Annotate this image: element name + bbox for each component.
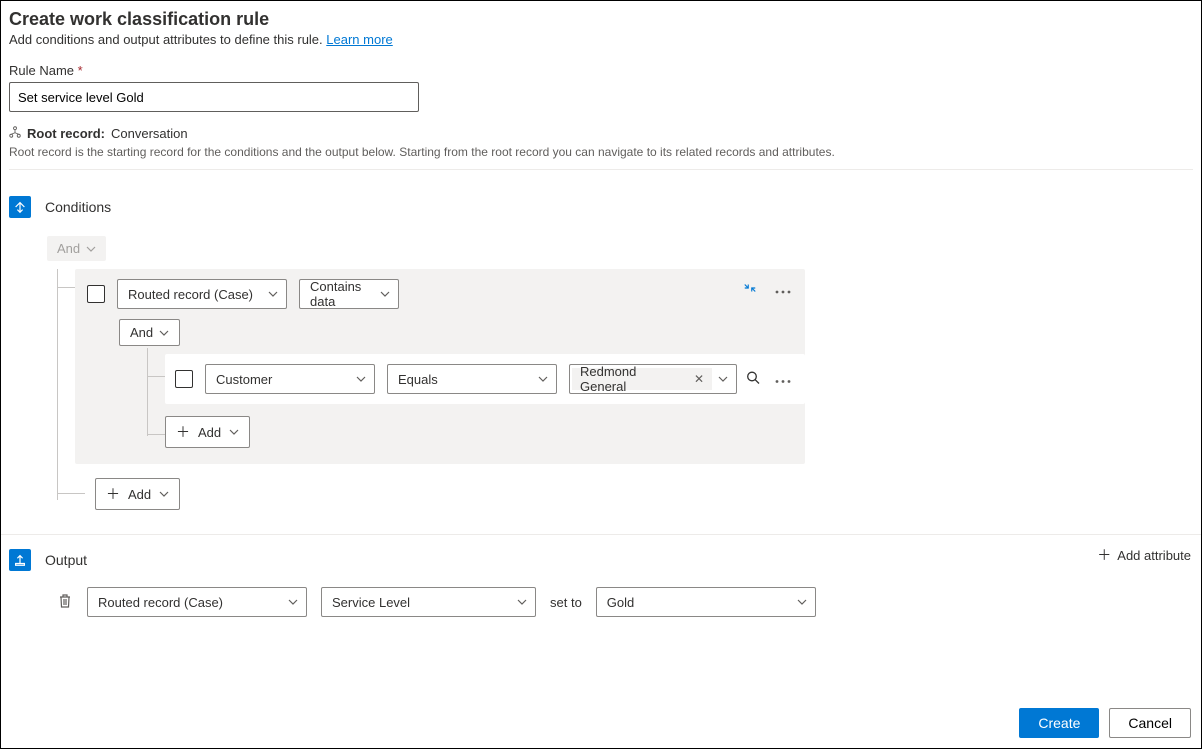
required-asterisk: * — [78, 63, 83, 78]
output-value-select[interactable]: Gold — [596, 587, 816, 617]
learn-more-link[interactable]: Learn more — [326, 32, 392, 47]
nested-row-checkbox[interactable] — [175, 370, 193, 388]
plus-icon: ＋ — [106, 484, 120, 504]
output-title: Output — [45, 552, 87, 568]
output-badge-icon — [9, 549, 31, 571]
chevron-down-icon — [517, 597, 527, 607]
condition-field-value: Routed record (Case) — [128, 287, 253, 302]
create-button[interactable]: Create — [1019, 708, 1099, 738]
divider — [9, 169, 1193, 170]
subtitle-text: Add conditions and output attributes to … — [9, 32, 323, 47]
add-nested-label: Add — [198, 425, 221, 440]
chevron-down-icon — [356, 374, 366, 384]
tree-branch — [147, 376, 165, 377]
nested-field-value: Customer — [216, 372, 272, 387]
output-value-text: Gold — [607, 595, 634, 610]
group-operator-label: And — [57, 241, 80, 256]
nested-group-operator[interactable]: And — [119, 319, 180, 346]
root-record-value: Conversation — [111, 126, 188, 141]
condition-operator-select[interactable]: Contains data — [299, 279, 399, 309]
search-icon[interactable] — [745, 370, 761, 389]
chevron-down-icon — [268, 289, 278, 299]
chevron-down-icon — [718, 374, 728, 384]
group-operator[interactable]: And — [47, 236, 106, 261]
chevron-down-icon — [159, 489, 169, 499]
more-icon[interactable] — [775, 372, 791, 387]
add-condition-button[interactable]: ＋ Add — [95, 478, 180, 510]
output-entity-value: Routed record (Case) — [98, 595, 223, 610]
cancel-button[interactable]: Cancel — [1109, 708, 1191, 738]
rule-name-label: Rule Name * — [9, 63, 1193, 78]
tree-branch — [57, 493, 85, 494]
chevron-down-icon — [159, 328, 169, 338]
nested-field-select[interactable]: Customer — [205, 364, 375, 394]
nested-value-lookup[interactable]: Redmond General ✕ — [569, 364, 737, 394]
nested-operator-value: Equals — [398, 372, 438, 387]
output-attribute-value: Service Level — [332, 595, 410, 610]
tree-branch — [147, 434, 165, 435]
plus-icon: ＋ — [1097, 545, 1111, 565]
output-attribute-select[interactable]: Service Level — [321, 587, 536, 617]
page-title: Create work classification rule — [9, 9, 1193, 30]
hierarchy-icon — [9, 126, 21, 141]
rule-name-input[interactable] — [9, 82, 419, 112]
chevron-down-icon — [797, 597, 807, 607]
page-subtitle: Add conditions and output attributes to … — [9, 32, 1193, 47]
plus-icon: ＋ — [176, 422, 190, 442]
nested-group-operator-label: And — [130, 325, 153, 340]
add-condition-label: Add — [128, 487, 151, 502]
tree-line — [147, 348, 148, 436]
tree-line — [57, 269, 58, 500]
chevron-down-icon — [229, 427, 239, 437]
conditions-title: Conditions — [45, 199, 111, 215]
delete-icon[interactable] — [57, 593, 73, 612]
condition-row-checkbox[interactable] — [87, 285, 105, 303]
nested-operator-select[interactable]: Equals — [387, 364, 557, 394]
rule-name-label-text: Rule Name — [9, 63, 74, 78]
chevron-down-icon — [380, 289, 390, 299]
chevron-down-icon — [538, 374, 548, 384]
condition-field-select[interactable]: Routed record (Case) — [117, 279, 287, 309]
close-icon[interactable]: ✕ — [694, 372, 704, 386]
add-nested-button[interactable]: ＋ Add — [165, 416, 250, 448]
output-entity-select[interactable]: Routed record (Case) — [87, 587, 307, 617]
set-to-label: set to — [550, 595, 582, 610]
root-record-hint: Root record is the starting record for t… — [9, 145, 1193, 159]
condition-operator-value: Contains data — [310, 279, 370, 309]
more-icon[interactable] — [775, 282, 791, 297]
chevron-down-icon — [288, 597, 298, 607]
collapse-icon[interactable] — [743, 281, 757, 298]
nested-value-text: Redmond General — [580, 364, 686, 394]
root-record-label: Root record: — [27, 126, 105, 141]
tree-branch — [57, 287, 75, 288]
conditions-badge-icon — [9, 196, 31, 218]
add-attribute-label: Add attribute — [1117, 548, 1191, 563]
chevron-down-icon — [86, 244, 96, 254]
add-attribute-button[interactable]: ＋ Add attribute — [1097, 545, 1191, 565]
